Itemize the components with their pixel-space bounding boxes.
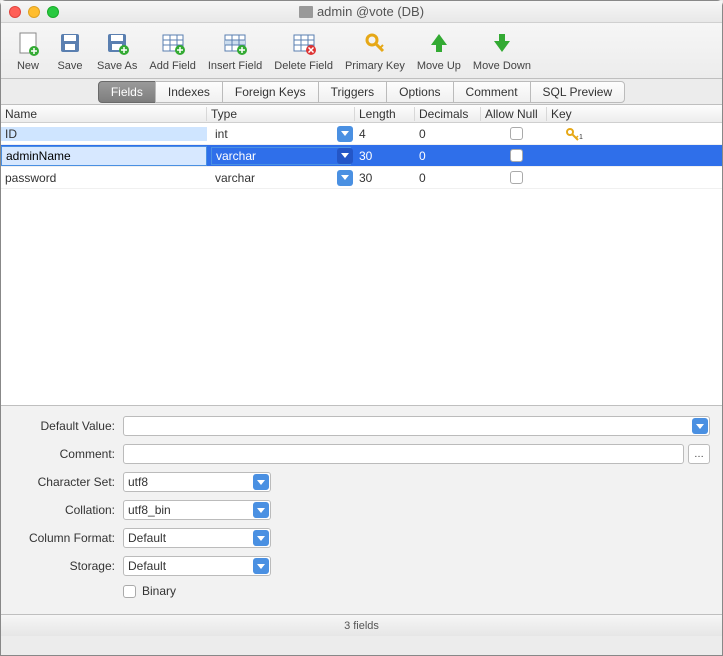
- tab-fields[interactable]: Fields: [98, 81, 156, 103]
- chevron-down-icon[interactable]: [337, 126, 353, 142]
- movedown-icon: [487, 28, 517, 58]
- field-length-cell[interactable]: 4: [355, 127, 415, 141]
- col-name-header[interactable]: Name: [1, 107, 207, 121]
- column-format-label: Column Format:: [13, 531, 123, 545]
- tab-foreign-keys[interactable]: Foreign Keys: [222, 81, 319, 103]
- save-button[interactable]: Save: [49, 26, 91, 74]
- field-decimals-cell[interactable]: 0: [415, 149, 481, 163]
- addfield-icon: [158, 28, 188, 58]
- field-type-cell[interactable]: varchar: [207, 147, 355, 165]
- save-icon: [55, 28, 85, 58]
- field-type-cell[interactable]: varchar: [207, 169, 355, 187]
- collation-label: Collation:: [13, 503, 123, 517]
- allownull-checkbox[interactable]: [510, 127, 523, 140]
- moveup-button[interactable]: Move Up: [411, 26, 467, 74]
- comment-input[interactable]: [123, 444, 684, 464]
- primary-key-icon: 1: [565, 127, 583, 141]
- chevron-down-icon[interactable]: [337, 148, 353, 164]
- insertfield-icon: [220, 28, 250, 58]
- collation-select[interactable]: utf8_bin: [123, 500, 271, 520]
- field-row[interactable]: password varchar 300: [1, 167, 722, 189]
- tab-bar: FieldsIndexesForeign KeysTriggersOptions…: [1, 79, 722, 105]
- field-name-cell[interactable]: adminName: [1, 146, 207, 166]
- column-format-select[interactable]: Default: [123, 528, 271, 548]
- tab-triggers[interactable]: Triggers: [318, 81, 388, 103]
- new-icon: [13, 28, 43, 58]
- primarykey-button[interactable]: Primary Key: [339, 26, 411, 74]
- binary-checkbox[interactable]: [123, 585, 136, 598]
- field-allownull-cell[interactable]: [481, 127, 547, 140]
- allownull-checkbox[interactable]: [510, 171, 523, 184]
- primarykey-icon: [360, 28, 390, 58]
- field-type-cell[interactable]: int: [207, 125, 355, 143]
- chevron-down-icon[interactable]: [253, 530, 269, 546]
- field-details: Default Value: Comment: … Character Set:…: [1, 405, 722, 614]
- addfield-button[interactable]: Add Field: [143, 26, 201, 74]
- field-allownull-cell[interactable]: [481, 149, 547, 162]
- insertfield-button[interactable]: Insert Field: [202, 26, 268, 74]
- grid-header: Name Type Length Decimals Allow Null Key: [1, 105, 722, 123]
- status-text: 3 fields: [344, 620, 379, 632]
- field-length-cell[interactable]: 30: [355, 171, 415, 185]
- col-key-header[interactable]: Key: [547, 107, 597, 121]
- new-button[interactable]: New: [7, 26, 49, 74]
- storage-label: Storage:: [13, 559, 123, 573]
- fields-grid: Name Type Length Decimals Allow Null Key…: [1, 105, 722, 405]
- col-length-header[interactable]: Length: [355, 107, 415, 121]
- field-key-cell[interactable]: 1: [547, 127, 597, 141]
- movedown-button[interactable]: Move Down: [467, 26, 537, 74]
- titlebar: admin @vote (DB): [1, 1, 722, 23]
- charset-select[interactable]: utf8: [123, 472, 271, 492]
- tab-comment[interactable]: Comment: [453, 81, 531, 103]
- charset-label: Character Set:: [13, 475, 123, 489]
- default-value-select[interactable]: [123, 416, 710, 436]
- status-bar: 3 fields: [1, 614, 722, 636]
- field-row[interactable]: adminNamevarchar 300: [1, 145, 722, 167]
- col-decimals-header[interactable]: Decimals: [415, 107, 481, 121]
- chevron-down-icon[interactable]: [337, 170, 353, 186]
- col-allownull-header[interactable]: Allow Null: [481, 107, 547, 121]
- col-type-header[interactable]: Type: [207, 107, 355, 121]
- chevron-down-icon[interactable]: [253, 474, 269, 490]
- window-title: admin @vote (DB): [1, 4, 722, 19]
- field-decimals-cell[interactable]: 0: [415, 127, 481, 141]
- saveas-button[interactable]: Save As: [91, 26, 143, 74]
- tab-options[interactable]: Options: [386, 81, 453, 103]
- chevron-down-icon[interactable]: [692, 418, 708, 434]
- comment-label: Comment:: [13, 447, 123, 461]
- field-name-cell[interactable]: password: [1, 171, 207, 185]
- saveas-icon: [102, 28, 132, 58]
- field-allownull-cell[interactable]: [481, 171, 547, 184]
- field-decimals-cell[interactable]: 0: [415, 171, 481, 185]
- default-value-label: Default Value:: [13, 419, 123, 433]
- moveup-icon: [424, 28, 454, 58]
- field-length-cell[interactable]: 30: [355, 149, 415, 163]
- field-name-cell[interactable]: ID: [1, 127, 207, 141]
- type-select[interactable]: varchar: [211, 169, 351, 187]
- table-icon: [299, 6, 313, 18]
- chevron-down-icon[interactable]: [253, 558, 269, 574]
- binary-label: Binary: [142, 584, 176, 598]
- field-row[interactable]: ID int 40 1: [1, 123, 722, 145]
- storage-select[interactable]: Default: [123, 556, 271, 576]
- allownull-checkbox[interactable]: [510, 149, 523, 162]
- svg-text:1: 1: [579, 134, 583, 141]
- comment-ellipsis-button[interactable]: …: [688, 444, 710, 464]
- toolbar: NewSaveSave AsAdd FieldInsert FieldDelet…: [1, 23, 722, 79]
- deletefield-button[interactable]: Delete Field: [268, 26, 339, 74]
- tab-sql-preview[interactable]: SQL Preview: [530, 81, 626, 103]
- chevron-down-icon[interactable]: [253, 502, 269, 518]
- deletefield-icon: [289, 28, 319, 58]
- tab-indexes[interactable]: Indexes: [155, 81, 223, 103]
- type-select[interactable]: varchar: [211, 147, 351, 165]
- type-select[interactable]: int: [211, 125, 351, 143]
